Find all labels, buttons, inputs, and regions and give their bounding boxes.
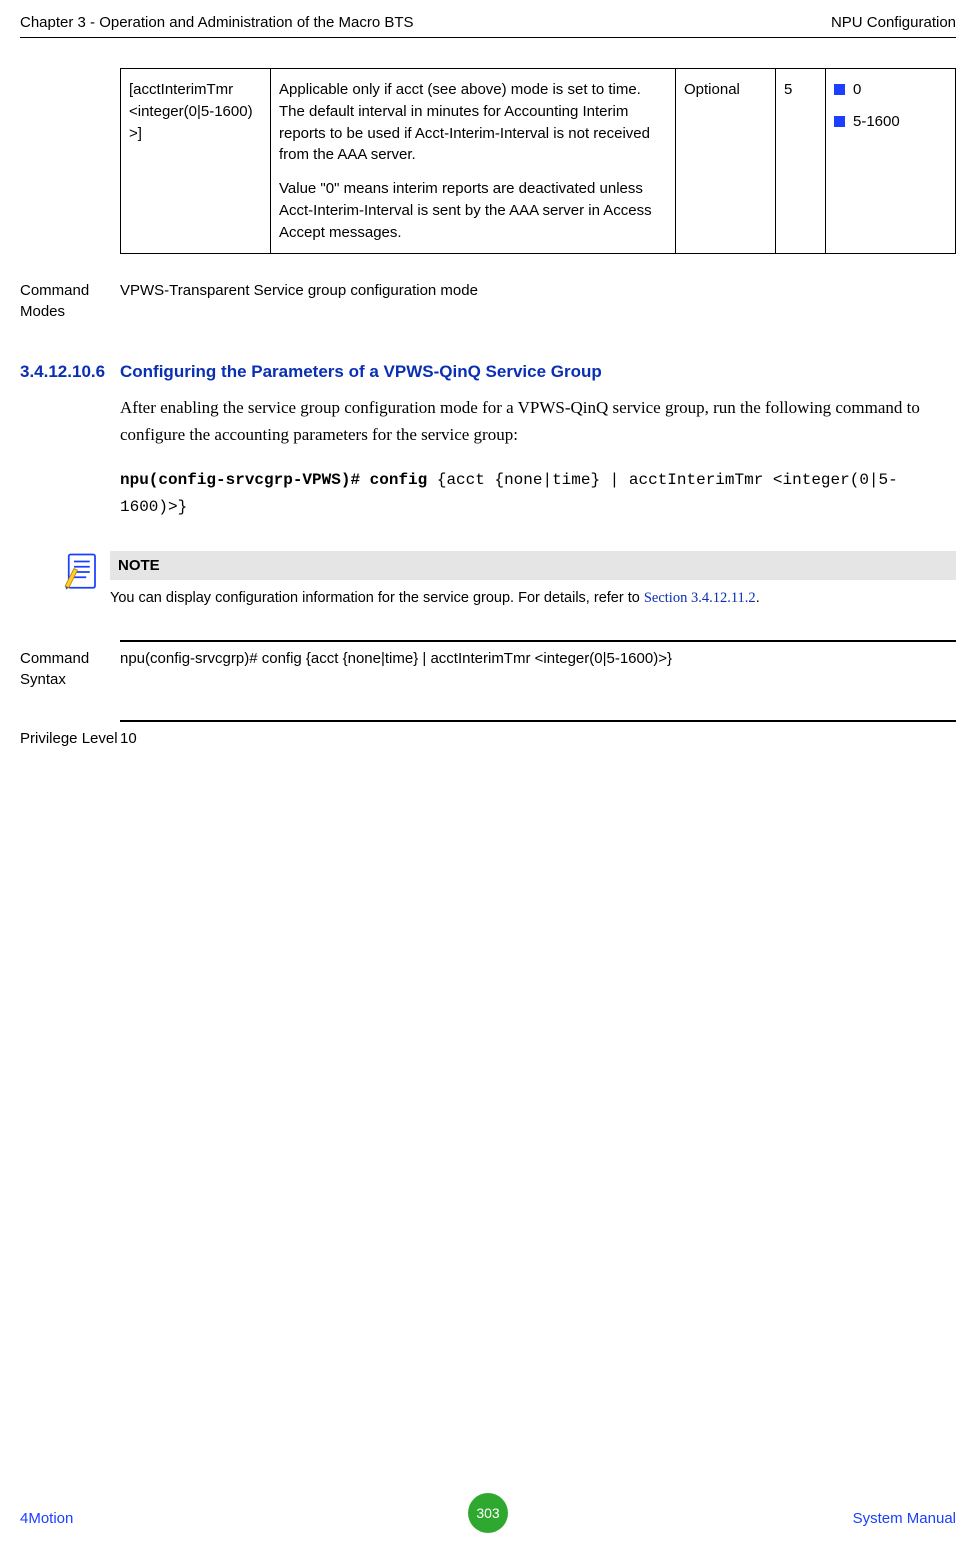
privilege-level-label: Privilege Level bbox=[20, 728, 120, 749]
header-left-text: Chapter 3 - Operation and Administration… bbox=[20, 14, 414, 31]
square-bullet-icon bbox=[834, 116, 845, 127]
note-icon bbox=[60, 551, 110, 610]
note-body: You can display configuration informatio… bbox=[110, 580, 956, 610]
command-syntax-value: npu(config-srvcgrp)# config {acct {none|… bbox=[120, 648, 956, 690]
possible-value-1: 5-1600 bbox=[853, 111, 900, 133]
privilege-level-value: 10 bbox=[120, 728, 956, 749]
header-divider bbox=[20, 37, 956, 38]
command-syntax-label: Command Syntax bbox=[20, 648, 120, 690]
footer-left-text: 4Motion bbox=[20, 1510, 73, 1527]
header-right-text: NPU Configuration bbox=[831, 14, 956, 31]
command-modes-value: VPWS-Transparent Service group configura… bbox=[120, 280, 956, 322]
cell-presence: Optional bbox=[676, 69, 776, 254]
note-box: NOTE You can display configuration infor… bbox=[120, 551, 956, 610]
command-modes-label: Command Modes bbox=[20, 280, 120, 322]
square-bullet-icon bbox=[834, 84, 845, 95]
note-section-link[interactable]: Section 3.4.12.11.2 bbox=[644, 590, 756, 606]
list-item: 5-1600 bbox=[834, 111, 947, 133]
section-number: 3.4.12.10.6 bbox=[20, 362, 120, 382]
note-text-post: . bbox=[756, 590, 760, 606]
table-row: [acctInterimTmr <integer(0|5-1600) >] Ap… bbox=[121, 69, 956, 254]
command-bold: npu(config-srvcgrp-VPWS)# config bbox=[120, 471, 427, 489]
possible-value-0: 0 bbox=[853, 79, 861, 101]
page-header: Chapter 3 - Operation and Administration… bbox=[0, 0, 976, 37]
section-title: Configuring the Parameters of a VPWS-Qin… bbox=[120, 362, 956, 382]
command-block: npu(config-srvcgrp-VPWS)# config {acct {… bbox=[120, 467, 956, 521]
section-body: After enabling the service group configu… bbox=[120, 394, 956, 448]
section-heading: 3.4.12.10.6 Configuring the Parameters o… bbox=[120, 362, 956, 382]
parameter-table: [acctInterimTmr <integer(0|5-1600) >] Ap… bbox=[120, 68, 956, 254]
list-item: 0 bbox=[834, 79, 947, 101]
privilege-level-row: Privilege Level 10 bbox=[120, 720, 956, 749]
cell-default: 5 bbox=[776, 69, 826, 254]
cell-possible: 0 5-1600 bbox=[826, 69, 956, 254]
command-syntax-row: Command Syntax npu(config-srvcgrp)# conf… bbox=[120, 640, 956, 690]
description-para-2: Value "0" means interim reports are deac… bbox=[279, 178, 667, 243]
cell-syntax: [acctInterimTmr <integer(0|5-1600) >] bbox=[121, 69, 271, 254]
note-text-pre: You can display configuration informatio… bbox=[110, 590, 644, 606]
footer-right-text: System Manual bbox=[853, 1510, 956, 1527]
note-title: NOTE bbox=[110, 551, 956, 580]
command-modes-row: Command Modes VPWS-Transparent Service g… bbox=[120, 274, 956, 322]
page-number-badge: 303 bbox=[468, 1493, 508, 1533]
description-para-1: Applicable only if acct (see above) mode… bbox=[279, 79, 667, 166]
cell-description: Applicable only if acct (see above) mode… bbox=[271, 69, 676, 254]
